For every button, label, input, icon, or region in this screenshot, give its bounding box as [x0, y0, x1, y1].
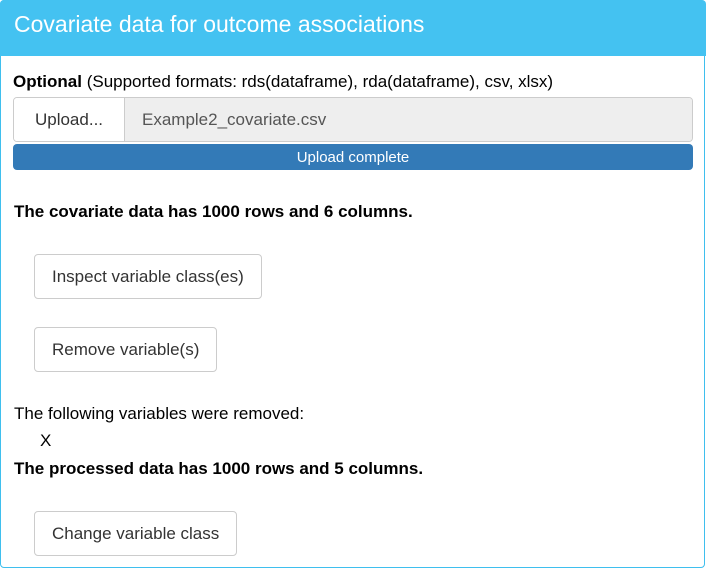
- covariate-summary-text: The covariate data has 1000 rows and 6 c…: [14, 202, 413, 221]
- panel-title: Covariate data for outcome associations: [14, 11, 425, 37]
- file-name-field[interactable]: Example2_covariate.csv: [125, 98, 692, 141]
- panel-header: Covariate data for outcome associations: [0, 0, 706, 56]
- inspect-variable-class-button[interactable]: Inspect variable class(es): [34, 254, 262, 299]
- file-upload-group: Upload... Example2_covariate.csv: [13, 97, 693, 142]
- removed-variable-item: X: [40, 431, 52, 450]
- upload-progress-label: Upload complete: [296, 148, 410, 166]
- processed-summary-text: The processed data has 1000 rows and 5 c…: [14, 459, 424, 478]
- formats-text: (Supported formats: rds(dataframe), rda(…: [86, 72, 554, 91]
- removed-variables-heading: The following variables were removed:: [14, 404, 305, 423]
- upload-button[interactable]: Upload...: [14, 98, 125, 141]
- change-variable-class-button[interactable]: Change variable class: [34, 511, 238, 556]
- remove-variables-button[interactable]: Remove variable(s): [34, 327, 218, 372]
- upload-progress-bar: Upload complete: [13, 144, 693, 170]
- upload-progress-fill: Upload complete: [13, 144, 693, 170]
- supported-formats-label: Optional (Supported formats: rds(datafra…: [13, 72, 553, 92]
- optional-label: Optional: [13, 72, 82, 91]
